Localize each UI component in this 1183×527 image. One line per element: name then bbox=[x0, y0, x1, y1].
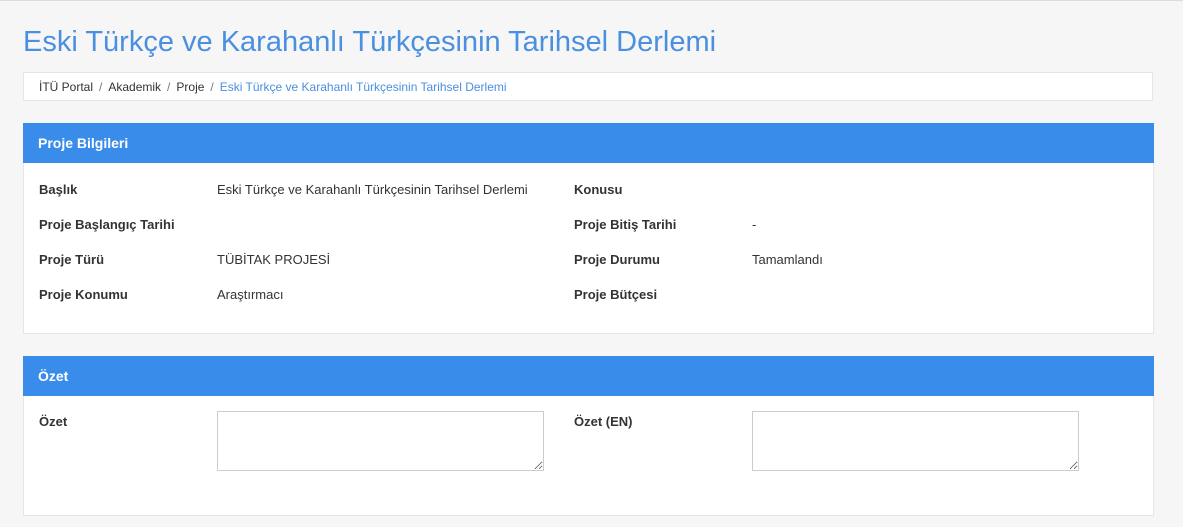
breadcrumb-separator: / bbox=[167, 80, 171, 94]
summary-en-label: Özet (EN) bbox=[574, 414, 633, 429]
start-date-label: Proje Başlangıç Tarihi bbox=[39, 217, 175, 232]
project-info-heading: Proje Bilgileri bbox=[23, 123, 1154, 163]
end-date-label: Proje Bitiş Tarihi bbox=[574, 217, 677, 232]
breadcrumb-item-akademik[interactable]: Akademik bbox=[108, 80, 161, 94]
status-label: Proje Durumu bbox=[574, 252, 660, 267]
project-info-panel: Proje Bilgileri Başlık Eski Türkçe ve Ka… bbox=[23, 123, 1154, 334]
breadcrumb-separator: / bbox=[210, 80, 214, 94]
position-label: Proje Konumu bbox=[39, 287, 128, 302]
breadcrumb: İTÜ Portal / Akademik / Proje / Eski Türkçe ve… bbox=[23, 72, 1153, 101]
type-value: TÜBİTAK PROJESİ bbox=[217, 252, 331, 267]
breadcrumb-item-portal[interactable]: İTÜ Portal bbox=[39, 80, 93, 94]
end-date-value: - bbox=[752, 217, 757, 232]
summary-en-textarea[interactable] bbox=[752, 411, 1079, 471]
subject-label: Konusu bbox=[574, 182, 623, 197]
top-border bbox=[0, 0, 1183, 1]
position-value: Araştırmacı bbox=[217, 287, 284, 302]
breadcrumb-separator: / bbox=[99, 80, 103, 94]
page-title: Eski Türkçe ve Karahanlı Türkçesinin Tar… bbox=[23, 26, 717, 58]
summary-tr-label: Özet bbox=[39, 414, 68, 429]
title-value: Eski Türkçe ve Karahanlı Türkçesinin Tar… bbox=[217, 182, 528, 197]
summary-panel: Özet Özet Özet (EN) bbox=[23, 356, 1154, 516]
title-label: Başlık bbox=[39, 182, 78, 197]
breadcrumb-item-current: Eski Türkçe ve Karahanlı Türkçesinin Tar… bbox=[219, 80, 507, 94]
budget-label: Proje Bütçesi bbox=[574, 287, 658, 302]
type-label: Proje Türü bbox=[39, 252, 105, 267]
summary-tr-textarea[interactable] bbox=[217, 411, 544, 471]
breadcrumb-item-proje[interactable]: Proje bbox=[176, 80, 204, 94]
summary-heading: Özet bbox=[23, 356, 1154, 396]
status-value: Tamamlandı bbox=[752, 252, 823, 267]
